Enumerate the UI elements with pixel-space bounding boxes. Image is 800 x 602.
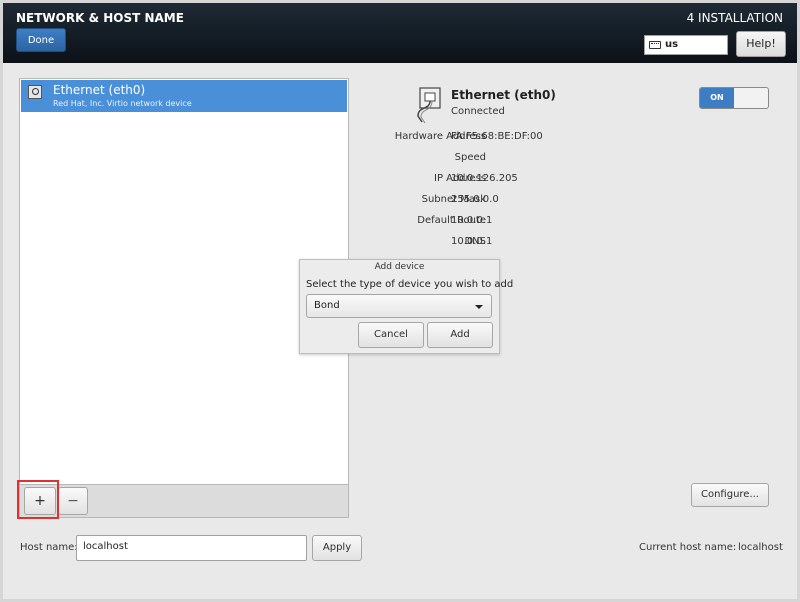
device-description: Red Hat, Inc. Virtio network device (53, 99, 192, 108)
hardware-address-row: Hardware Address FA:F5:68:BE:DF:00 (340, 131, 670, 147)
page-title: NETWORK & HOST NAME (16, 11, 184, 25)
field-value: 255.0.0.0 (451, 194, 499, 205)
toggle-on-label: ON (700, 88, 734, 108)
dialog-prompt: Select the type of device you wish to ad… (306, 279, 514, 290)
device-status: Connected (451, 106, 505, 117)
field-value: 10.0.0.1 (451, 215, 493, 226)
device-detail-title: Ethernet (eth0) (451, 88, 556, 102)
default-route-row: Default Route 10.0.0.1 (340, 215, 670, 231)
remove-device-button[interactable]: − (58, 487, 88, 515)
ethernet-port-icon (417, 87, 441, 124)
help-button[interactable]: Help! (736, 31, 786, 57)
cancel-button[interactable]: Cancel (358, 322, 424, 348)
field-value: 10.0.0.1 (451, 236, 493, 247)
done-button[interactable]: Done (16, 28, 66, 52)
field-value: 10.0.126.205 (451, 173, 518, 184)
device-type-select[interactable]: Bond (306, 294, 492, 318)
add-button[interactable]: Add (427, 322, 493, 348)
apply-button[interactable]: Apply (312, 535, 362, 561)
keyboard-icon (649, 41, 661, 49)
device-name: Ethernet (eth0) (53, 83, 146, 97)
dns-row: DNS 10.0.0.1 (340, 236, 670, 252)
keyboard-layout-indicator[interactable]: us (644, 35, 728, 55)
keyboard-layout-label: us (665, 39, 679, 50)
chevron-down-icon (475, 305, 483, 309)
speed-row: Speed (340, 152, 670, 168)
subnet-mask-row: Subnet Mask 255.0.0.0 (340, 194, 670, 210)
current-host-name-label: Current host name: (639, 542, 737, 553)
host-name-input[interactable]: localhost (76, 535, 307, 561)
ip-address-row: IP Address 10.0.126.205 (340, 173, 670, 189)
installer-window: NETWORK & HOST NAME Done 4 INSTALLATION … (0, 0, 800, 602)
installation-title: 4 INSTALLATION (686, 11, 783, 25)
list-item-eth0[interactable]: Ethernet (eth0) Red Hat, Inc. Virtio net… (21, 80, 347, 112)
selected-device-type: Bond (314, 300, 340, 311)
current-host-name-value: localhost (738, 542, 783, 553)
configure-button[interactable]: Configure... (691, 483, 769, 507)
dialog-title: Add device (374, 262, 425, 272)
ethernet-icon (28, 85, 42, 99)
field-value: FA:F5:68:BE:DF:00 (451, 131, 543, 142)
add-device-dialog: Add device Select the type of device you… (299, 259, 513, 354)
field-label: Speed (454, 152, 486, 163)
header-bar: NETWORK & HOST NAME Done 4 INSTALLATION … (3, 3, 797, 63)
highlight-box (17, 480, 59, 519)
host-name-label: Host name: (20, 542, 78, 553)
device-toggle[interactable]: ON (699, 87, 769, 109)
